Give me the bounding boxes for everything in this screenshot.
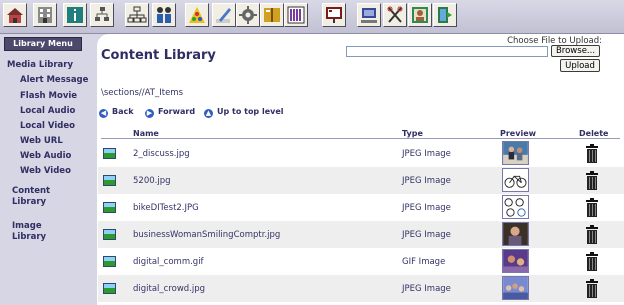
table-row: digital_comm.gif GIF Image: [98, 248, 624, 275]
preview-thumbnail[interactable]: [502, 222, 529, 246]
upload-button[interactable]: Upload: [560, 59, 600, 72]
page-title: Content Library: [101, 48, 216, 63]
current-path: \sections//AT_Items: [101, 88, 184, 98]
file-name[interactable]: bikeDITest2.JPG: [133, 203, 199, 213]
trash-icon[interactable]: [585, 198, 599, 217]
file-type: JPEG Image: [402, 149, 451, 159]
browse-button[interactable]: Browse...: [551, 45, 600, 57]
sidebar-item-content-library-line1: Content: [12, 186, 51, 196]
column-header-type[interactable]: Type: [402, 129, 423, 138]
sidebar-item-local-video[interactable]: Local Video: [20, 121, 75, 132]
sidebar-item-content-library[interactable]: Content Library: [12, 186, 50, 208]
trash-icon[interactable]: [585, 225, 599, 244]
image-file-icon[interactable]: [103, 175, 116, 186]
column-header-delete: Delete: [579, 129, 609, 138]
trash-icon[interactable]: [585, 279, 599, 298]
file-name[interactable]: digital_comm.gif: [133, 257, 204, 267]
image-file-icon[interactable]: [103, 202, 116, 213]
header-divider: [101, 138, 620, 139]
sidebar-item-local-audio[interactable]: Local Audio: [20, 106, 75, 117]
table-row: 5200.jpg JPEG Image: [98, 167, 624, 194]
trash-icon[interactable]: [585, 171, 599, 190]
sidebar: Library Menu Media Library Alert Message…: [0, 34, 97, 305]
preview-thumbnail[interactable]: [502, 168, 529, 192]
portrait-icon[interactable]: [408, 3, 432, 27]
computer-icon[interactable]: [357, 3, 381, 27]
table-row: 2_discuss.jpg JPEG Image: [98, 140, 624, 167]
info-icon[interactable]: [63, 3, 87, 27]
hierarchy-icon[interactable]: [90, 3, 114, 27]
image-file-icon[interactable]: [103, 229, 116, 240]
table-row: digital_crowd.jpg JPEG Image: [98, 275, 624, 302]
pyramid-icon[interactable]: [185, 3, 209, 27]
sidebar-item-web-url[interactable]: Web URL: [20, 136, 63, 147]
preview-thumbnail[interactable]: [502, 141, 529, 165]
book-icon[interactable]: [260, 3, 284, 27]
file-type: GIF Image: [402, 257, 446, 267]
file-type: JPEG Image: [402, 230, 451, 240]
toolbar: [0, 0, 624, 34]
sidebar-item-alert-message[interactable]: Alert Message: [20, 75, 88, 86]
up-arrow-icon: ▲: [204, 109, 213, 118]
back-arrow-icon: ◀: [99, 109, 108, 118]
image-file-icon[interactable]: [103, 148, 116, 159]
back-label: Back: [112, 107, 134, 116]
menu-header: Library Menu: [4, 37, 82, 51]
file-type: JPEG Image: [402, 284, 451, 294]
sidebar-item-image-library-line2: Library: [12, 232, 47, 242]
settings-icon[interactable]: [236, 3, 260, 27]
file-name[interactable]: businessWomanSmilingComptr.jpg: [133, 230, 280, 240]
image-file-icon[interactable]: [103, 283, 116, 294]
tools-icon[interactable]: [383, 3, 407, 27]
preview-thumbnail[interactable]: [502, 249, 529, 273]
file-name[interactable]: digital_crowd.jpg: [133, 284, 205, 294]
forward-link[interactable]: ▶ Forward: [145, 106, 195, 118]
file-type: JPEG Image: [402, 176, 451, 186]
sidebar-item-media-library[interactable]: Media Library: [7, 60, 73, 71]
sidebar-item-flash-movie[interactable]: Flash Movie: [20, 91, 77, 102]
presentation-icon[interactable]: [322, 3, 346, 27]
trash-icon[interactable]: [585, 252, 599, 271]
image-file-icon[interactable]: [103, 256, 116, 267]
preview-thumbnail[interactable]: [502, 276, 529, 300]
forward-arrow-icon: ▶: [145, 109, 154, 118]
trash-icon[interactable]: [585, 144, 599, 163]
sidebar-item-content-library-line2: Library: [12, 197, 47, 207]
column-header-preview: Preview: [500, 129, 537, 138]
file-type: JPEG Image: [402, 203, 451, 213]
sidebar-item-image-library-line1: Image: [12, 221, 42, 231]
preview-thumbnail[interactable]: [502, 195, 529, 219]
sidebar-item-image-library[interactable]: Image Library: [12, 221, 46, 243]
up-label: Up to top level: [217, 107, 284, 116]
org-chart-icon[interactable]: [125, 3, 149, 27]
column-header-name[interactable]: Name: [133, 129, 159, 138]
table-row: bikeDITest2.JPG JPEG Image: [98, 194, 624, 221]
pencil-icon[interactable]: [212, 3, 236, 27]
people-icon[interactable]: [152, 3, 176, 27]
file-name[interactable]: 5200.jpg: [133, 176, 171, 186]
up-link[interactable]: ▲ Up to top level: [204, 106, 284, 118]
library-icon[interactable]: [284, 3, 308, 27]
table-row: businessWomanSmilingComptr.jpg JPEG Imag…: [98, 221, 624, 248]
file-path-input[interactable]: [346, 46, 548, 57]
forward-label: Forward: [158, 107, 196, 116]
back-link[interactable]: ◀ Back: [99, 106, 134, 118]
file-name[interactable]: 2_discuss.jpg: [133, 149, 190, 159]
sidebar-item-web-video[interactable]: Web Video: [20, 166, 71, 177]
exit-icon[interactable]: [433, 3, 457, 27]
sidebar-item-web-audio[interactable]: Web Audio: [20, 151, 71, 162]
home-icon[interactable]: [3, 3, 27, 27]
building-icon[interactable]: [33, 3, 57, 27]
